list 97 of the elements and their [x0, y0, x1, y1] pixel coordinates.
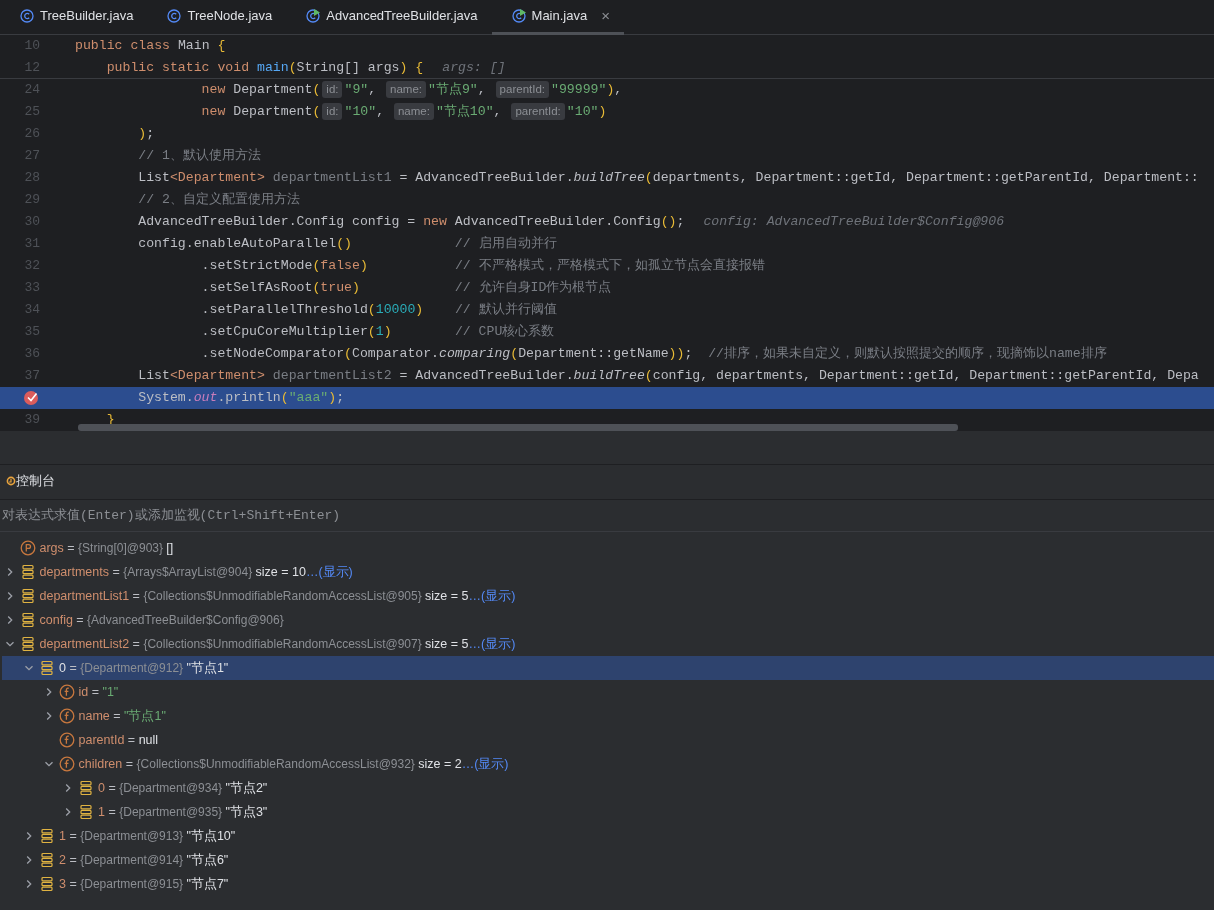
code-comment: // 允许自身ID作为根节点 [454, 279, 612, 298]
variable-row[interactable]: 1 = {Department@913} "节点10" [0, 824, 1214, 848]
parameter-hint: id: [322, 81, 343, 99]
code-comment: //排序，如果未自定义，则默认按照提交的顺序，现摘饰以name排序 [708, 345, 1107, 364]
variable-row[interactable]: departmentList1 = {Collections$UnmodifiableRandomAccessList@905} size = 5…(显示) [0, 584, 1214, 608]
code-text: AdvancedTreeBuilder.Config config = new AdvancedTreeBuilder.Config(); [138, 213, 685, 232]
code-text: List<Department> departmentList1 = AdvancedTreeBuilder.buildTree(departments, Department::getId, Department::getParentId, Department:: [138, 169, 1199, 188]
code-comment: // 1、默认使用方法 [138, 147, 261, 166]
code-comment: // 不严格模式，严格模式下，如孤立节点会直接报错 [454, 257, 765, 276]
file-tab[interactable]: TreeNode.java [147, 0, 287, 35]
variable-text: 0 = {Department@912} "节点1" [59, 659, 229, 677]
file-tab[interactable]: AdvancedTreeBuilder.java [286, 0, 492, 35]
stack-icon [39, 876, 55, 892]
field-icon [58, 684, 75, 700]
variable-row[interactable]: departments = {Arrays$ArrayList@904} size = 10…(显示) [0, 560, 1214, 584]
code-text: ); [138, 125, 155, 144]
show-link[interactable]: …(显示) [468, 586, 516, 606]
variable-text: id = "1" [78, 683, 119, 701]
variable-text: children = {Collections$UnmodifiableRandomAccessList@932} size = 2 [78, 755, 462, 773]
variable-text: parentId = null [78, 731, 159, 749]
code-text: .setSelfAsRoot(true) [201, 279, 360, 298]
runnable-class-icon [511, 9, 526, 23]
file-tab[interactable]: TreeBuilder.java [0, 0, 148, 35]
stack-icon [39, 828, 55, 844]
code-text: public static void main(String[] args) { [106, 58, 424, 77]
field-icon [58, 756, 75, 772]
variable-row[interactable]: parentId = null [0, 728, 1214, 752]
variable-row[interactable]: 3 = {Department@915} "节点7" [0, 872, 1214, 896]
inline-value-hint: config: AdvancedTreeBuilder$Config@906 [703, 213, 1005, 232]
variable-row[interactable]: 0 = {Department@912} "节点1" [2, 656, 1214, 680]
variable-row[interactable]: departmentList2 = {Collections$UnmodifiableRandomAccessList@907} size = 5…(显示) [0, 632, 1214, 656]
variable-row[interactable]: name = "节点1" [0, 704, 1214, 728]
show-link[interactable]: …(显示) [468, 634, 516, 654]
variable-text: 0 = {Department@934} "节点2" [98, 779, 268, 797]
parameter-hint: name: [393, 103, 434, 121]
code-text: .setNodeComparator(Comparator.comparing(Department::getName)); [201, 345, 693, 364]
stack-icon [78, 780, 94, 796]
code-text: "99999"), [551, 81, 623, 100]
variable-row[interactable]: id = "1" [0, 680, 1214, 704]
code-text: new Department( [201, 81, 321, 100]
code-text: .setCpuCoreMultiplier(1) [201, 323, 392, 342]
variable-text: departmentList1 = {Collections$UnmodifiableRandomAccessList@905} size = 5 [39, 587, 469, 605]
code-text: "9", [344, 81, 378, 100]
stack-icon [39, 660, 55, 676]
code-comment: // 默认并行阈值 [454, 301, 557, 320]
stack-icon [19, 564, 36, 580]
variable-row[interactable]: children = {Collections$UnmodifiableRandomAccessList@932} size = 2…(显示) [0, 752, 1214, 776]
variable-row[interactable]: 0 = {Department@934} "节点2" [0, 776, 1214, 800]
parameter-hint: name: [386, 81, 427, 99]
horizontal-scrollbar[interactable] [78, 424, 958, 431]
variable-row[interactable]: 2 = {Department@914} "节点6" [0, 848, 1214, 872]
console-tab[interactable]: 控制台 [0, 464, 55, 500]
variable-text: config = {AdvancedTreeBuilder$Config@906} [39, 611, 284, 629]
show-link[interactable]: …(显示) [305, 562, 353, 582]
variable-row[interactable]: config = {AdvancedTreeBuilder$Config@906} [0, 608, 1214, 632]
class-file-icon [20, 9, 34, 23]
variable-text: departments = {Arrays$ArrayList@904} size = 10 [39, 563, 306, 581]
show-link[interactable]: …(显示) [461, 754, 509, 774]
parameter-hint: parentId: [511, 103, 565, 121]
code-comment: // 启用自动并行 [454, 235, 557, 254]
code-text: .setParallelThreshold(10000) [201, 301, 424, 320]
variable-text: name = "节点1" [78, 707, 166, 725]
stack-icon [19, 588, 36, 604]
code-text: "10", [344, 103, 386, 122]
stack-icon [39, 852, 55, 868]
stack-icon [78, 804, 94, 820]
variable-text: args = {String[0]@903} [] [39, 539, 174, 557]
parameter-hint: parentId: [495, 81, 549, 99]
runnable-class-icon [306, 9, 321, 23]
stack-icon [19, 636, 36, 652]
code-text: new Department( [201, 103, 321, 122]
variable-text: departmentList2 = {Collections$UnmodifiableRandomAccessList@907} size = 5 [39, 635, 469, 653]
parameter-icon [19, 540, 36, 556]
field-icon [58, 708, 75, 724]
variable-text: 3 = {Department@915} "节点7" [59, 875, 229, 893]
code-comment: // 2、自定义配置使用方法 [138, 191, 300, 210]
code-comment: // CPU核心系数 [454, 323, 555, 342]
variable-text: 2 = {Department@914} "节点6" [59, 851, 229, 869]
code-text: List<Department> departmentList2 = AdvancedTreeBuilder.buildTree(config, departments, Department::getId, Department::getParentId, Depa [138, 367, 1199, 386]
console-icon [6, 476, 16, 486]
stack-icon [19, 612, 36, 628]
code-text: public class Main { [75, 37, 226, 56]
code-text: "节点9", [428, 81, 487, 100]
variable-row[interactable]: 1 = {Department@935} "节点3" [0, 800, 1214, 824]
code-text: .setStrictMode(false) [201, 257, 368, 276]
code-text: System.out.println("aaa"); [138, 389, 345, 408]
code-text: "节点10", [435, 103, 503, 122]
field-icon [58, 732, 75, 748]
code-text: "10") [566, 103, 607, 122]
close-icon[interactable]: × [601, 4, 610, 28]
variable-text: 1 = {Department@913} "节点10" [59, 827, 236, 845]
class-file-icon [167, 9, 182, 23]
code-text: config.enableAutoParallel() [138, 235, 352, 254]
parameter-hint: id: [322, 103, 343, 121]
variable-row[interactable]: args = {String[0]@903} [] [0, 536, 1214, 560]
inline-value-hint: args: [] [442, 58, 506, 77]
variable-text: 1 = {Department@935} "节点3" [98, 803, 268, 821]
